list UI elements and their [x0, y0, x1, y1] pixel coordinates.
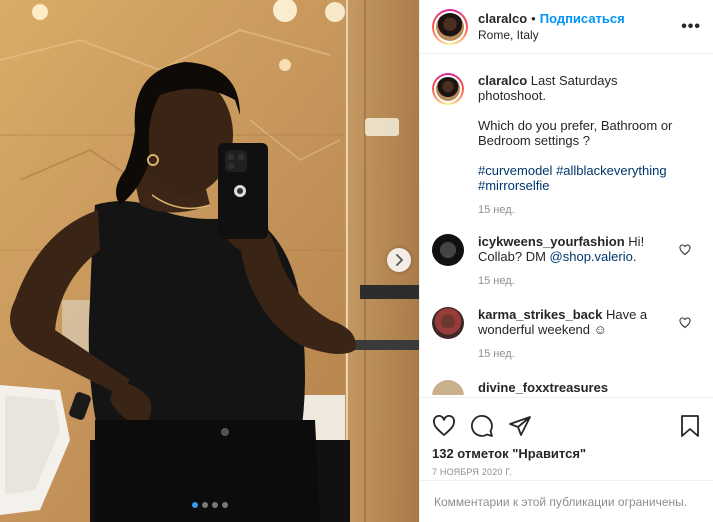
comment-text-tail: . [632, 249, 637, 264]
post-header: claralco • Подписаться Rome, Italy ••• [420, 0, 713, 54]
carousel-dot [191, 502, 198, 508]
post-date[interactable]: 7 НОЯБРЯ 2020 Г. [432, 467, 701, 477]
commenter-avatar[interactable] [432, 307, 464, 339]
post-location[interactable]: Rome, Italy [478, 27, 625, 43]
more-icon[interactable]: ••• [681, 18, 701, 36]
mirror-selfie-image [0, 0, 419, 522]
bookmark-icon[interactable] [679, 414, 701, 438]
comment-item: divine_foxxtreasures [432, 380, 699, 395]
comment-item: karma_strikes_back Have a wonderful week… [432, 307, 699, 362]
caption-avatar[interactable] [432, 73, 464, 105]
caption: claralco Last Saturdays photoshoot. Whic… [432, 73, 699, 218]
hashtag-link[interactable]: #curvemodel [478, 163, 552, 178]
commenter-username[interactable]: divine_foxxtreasures [478, 380, 608, 395]
comment-time[interactable]: 15 нед. [478, 347, 668, 362]
mention-link[interactable]: @shop.valerio [550, 249, 633, 264]
comments-list[interactable]: claralco Last Saturdays photoshoot. Whic… [420, 55, 713, 395]
commenter-username[interactable]: icykweens_yourfashion [478, 234, 625, 249]
caption-question: Which do you prefer, Bathroom or Bedroom… [478, 118, 673, 148]
commenter-avatar[interactable] [432, 380, 464, 395]
follow-button[interactable]: Подписаться [540, 11, 625, 27]
heart-icon[interactable] [679, 244, 691, 256]
separator-dot: • [531, 10, 536, 26]
post-sidebar: claralco • Подписаться Rome, Italy ••• c… [419, 0, 713, 522]
hashtag-link[interactable]: #mirrorselfie [478, 178, 550, 193]
heart-icon[interactable] [432, 414, 456, 438]
comment-item: icykweens_yourfashion Hi! Collab? DM @sh… [432, 234, 699, 289]
comment-icon[interactable] [470, 414, 494, 438]
carousel-dot [211, 502, 218, 508]
commenter-avatar[interactable] [432, 234, 464, 266]
commenter-username[interactable]: karma_strikes_back [478, 307, 602, 322]
comments-restricted-notice: Комментарии к этой публикации ограничены… [420, 480, 713, 522]
post-actions: 132 отметок "Нравится" 7 НОЯБРЯ 2020 Г. [420, 397, 713, 477]
share-icon[interactable] [508, 414, 532, 438]
next-photo-button[interactable] [387, 248, 411, 272]
next-arrow-icon [396, 254, 403, 266]
likes-count[interactable]: 132 отметок "Нравится" [432, 446, 701, 461]
caption-username[interactable]: claralco [478, 73, 527, 88]
caption-time[interactable]: 15 нед. [478, 203, 678, 218]
hashtag-link[interactable]: #allblackeverything [556, 163, 667, 178]
comment-time[interactable]: 15 нед. [478, 274, 668, 289]
author-username[interactable]: claralco [478, 11, 527, 27]
carousel-dots [0, 502, 419, 508]
post-photo[interactable] [0, 0, 419, 522]
carousel-dot [201, 502, 208, 508]
author-avatar[interactable] [432, 8, 468, 45]
carousel-dot [221, 502, 228, 508]
heart-icon[interactable] [679, 317, 691, 329]
